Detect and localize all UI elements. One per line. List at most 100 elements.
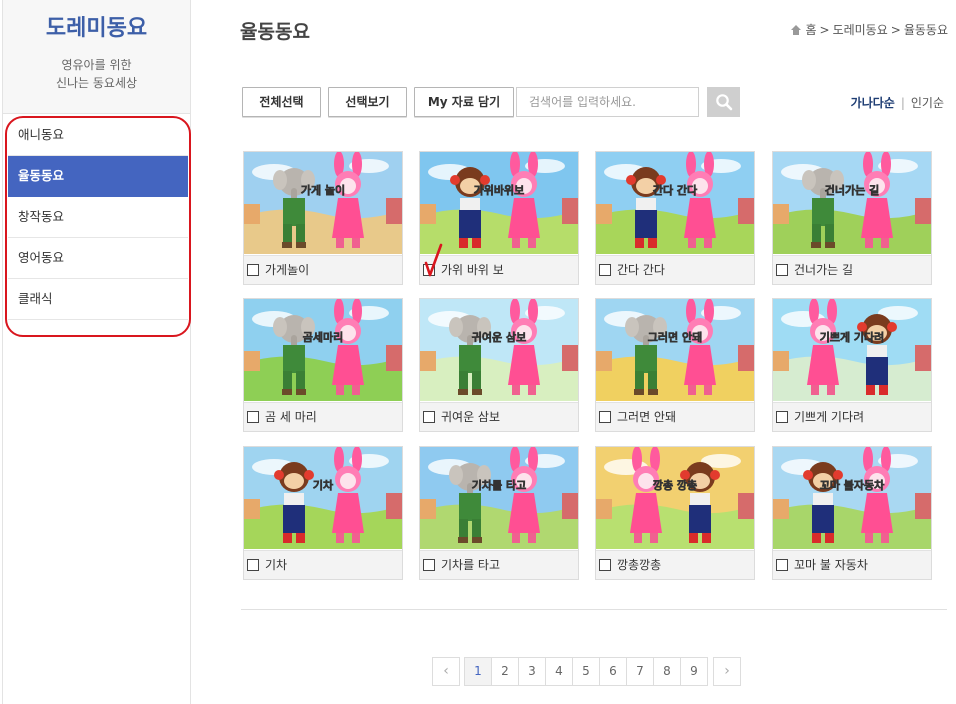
- video-card[interactable]: 간다 간다 간다 간다: [595, 151, 755, 285]
- sidebar-subtitle-line2: 신나는 동요세상: [55, 76, 138, 90]
- search-input[interactable]: [516, 87, 699, 117]
- sidebar-item-ani[interactable]: 애니동요: [8, 115, 188, 156]
- sidebar-title[interactable]: 도레미동요: [3, 0, 190, 42]
- breadcrumb-level2[interactable]: 율동동요: [904, 21, 948, 38]
- thumbnail-title-text: 기차를 타고: [472, 478, 526, 492]
- video-title[interactable]: 기차를 타고: [441, 551, 500, 580]
- video-select-checkbox[interactable]: [423, 411, 435, 423]
- sidebar-item-english[interactable]: 영어동요: [8, 238, 188, 279]
- page-6-button[interactable]: 6: [599, 657, 627, 686]
- video-thumbnail[interactable]: 곰세마리: [244, 299, 402, 401]
- next-page-button[interactable]: ›: [713, 657, 741, 686]
- breadcrumb-home[interactable]: 홈: [805, 21, 816, 38]
- video-select-checkbox[interactable]: [247, 559, 259, 571]
- video-card[interactable]: 가게 놀이가게놀이: [243, 151, 403, 285]
- page-2-button[interactable]: 2: [491, 657, 519, 686]
- sidebar-item-classic[interactable]: 클래식: [8, 279, 188, 320]
- video-select-checkbox[interactable]: [423, 264, 435, 276]
- video-title[interactable]: 건너가는 길: [794, 256, 853, 285]
- video-select-checkbox[interactable]: [247, 411, 259, 423]
- video-title[interactable]: 가위 바위 보: [441, 256, 504, 285]
- content-divider: [241, 609, 947, 610]
- video-title[interactable]: 간다 간다: [617, 256, 665, 285]
- sidebar-item-yuldong[interactable]: 율동동요: [8, 156, 188, 197]
- page-1-button[interactable]: 1: [464, 657, 492, 686]
- video-title[interactable]: 기차: [265, 551, 287, 580]
- video-caption: 건너가는 길: [773, 255, 931, 284]
- video-thumbnail[interactable]: 기쁘게 기다려: [773, 299, 931, 401]
- video-select-checkbox[interactable]: [599, 411, 611, 423]
- video-thumbnail[interactable]: 그러면 안돼: [596, 299, 754, 401]
- page-3-button[interactable]: 3: [518, 657, 546, 686]
- video-select-checkbox[interactable]: [423, 559, 435, 571]
- video-select-checkbox[interactable]: [776, 559, 788, 571]
- video-select-checkbox[interactable]: [599, 264, 611, 276]
- sidebar-subtitle: 영유아를 위한 신나는 동요세상: [3, 56, 190, 92]
- view-selected-button[interactable]: 선택보기: [328, 87, 407, 117]
- video-select-checkbox[interactable]: [776, 411, 788, 423]
- video-card[interactable]: 귀여운 삼보 귀여운 삼보: [419, 298, 579, 432]
- page: 도레미동요 영유아를 위한 신나는 동요세상 애니동요 율동동요 창작동요 영어…: [0, 0, 956, 704]
- video-title[interactable]: 귀여운 삼보: [441, 403, 500, 432]
- video-card[interactable]: 가위바위보 가위 바위 보: [419, 151, 579, 285]
- thumbnail-illustration: 곰세마리: [244, 299, 402, 401]
- video-thumbnail[interactable]: 깡총 깡총: [596, 447, 754, 549]
- video-caption: 가위 바위 보: [420, 255, 578, 284]
- sort-popular-link[interactable]: 인기순: [911, 96, 944, 110]
- video-caption: 귀여운 삼보: [420, 402, 578, 431]
- breadcrumb: 홈 > 도레미동요 > 율동동요: [791, 21, 948, 38]
- thumbnail-illustration: 기쁘게 기다려: [773, 299, 931, 401]
- search-button[interactable]: [707, 87, 740, 117]
- sidebar-subtitle-line1: 영유아를 위한: [61, 58, 132, 72]
- video-card[interactable]: 건너가는 길 건너가는 길: [772, 151, 932, 285]
- thumbnail-title-text: 가게 놀이: [301, 183, 345, 197]
- video-thumbnail[interactable]: 가게 놀이: [244, 152, 402, 254]
- video-thumbnail[interactable]: 기차: [244, 447, 402, 549]
- sort-alpha-link[interactable]: 가나다순: [851, 96, 895, 110]
- video-thumbnail[interactable]: 건너가는 길: [773, 152, 931, 254]
- video-thumbnail[interactable]: 기차를 타고: [420, 447, 578, 549]
- video-caption: 곰 세 마리: [244, 402, 402, 431]
- video-card[interactable]: 기차를 타고 기차를 타고: [419, 446, 579, 580]
- thumbnail-title-text: 곰세마리: [303, 330, 343, 344]
- sort-separator: |: [900, 96, 905, 110]
- video-card[interactable]: 곰세마리곰 세 마리: [243, 298, 403, 432]
- page-8-button[interactable]: 8: [653, 657, 681, 686]
- breadcrumb-sep: >: [819, 22, 830, 37]
- thumbnail-illustration: 기차를 타고: [420, 447, 578, 549]
- thumbnail-illustration: 깡총 깡총: [596, 447, 754, 549]
- page-9-button[interactable]: 9: [680, 657, 708, 686]
- sidebar-item-changjak[interactable]: 창작동요: [8, 197, 188, 238]
- toolbar: 전체선택 선택보기 My 자료 담기: [242, 87, 740, 117]
- thumbnail-title-text: 귀여운 삼보: [472, 330, 526, 344]
- select-all-button[interactable]: 전체선택: [242, 87, 321, 117]
- video-card[interactable]: 기차 기차: [243, 446, 403, 580]
- video-title[interactable]: 기쁘게 기다려: [794, 403, 864, 432]
- video-card[interactable]: 기쁘게 기다려 기쁘게 기다려: [772, 298, 932, 432]
- page-4-button[interactable]: 4: [545, 657, 573, 686]
- video-title[interactable]: 그러면 안돼: [617, 403, 676, 432]
- video-select-checkbox[interactable]: [247, 264, 259, 276]
- video-caption: 그러면 안돼: [596, 402, 754, 431]
- page-7-button[interactable]: 7: [626, 657, 654, 686]
- my-data-button[interactable]: My 자료 담기: [414, 87, 514, 117]
- video-title[interactable]: 꼬마 불 자동차: [794, 551, 868, 580]
- thumbnail-title-text: 건너가는 길: [825, 183, 879, 197]
- video-thumbnail[interactable]: 가위바위보: [420, 152, 578, 254]
- video-title[interactable]: 가게놀이: [265, 256, 309, 285]
- prev-page-button[interactable]: ‹: [432, 657, 460, 686]
- breadcrumb-level1[interactable]: 도레미동요: [833, 21, 888, 38]
- page-5-button[interactable]: 5: [572, 657, 600, 686]
- video-thumbnail[interactable]: 귀여운 삼보: [420, 299, 578, 401]
- video-title[interactable]: 곰 세 마리: [265, 403, 317, 432]
- video-card[interactable]: 꼬마 불자동차 꼬마 불 자동차: [772, 446, 932, 580]
- video-thumbnail[interactable]: 꼬마 불자동차: [773, 447, 931, 549]
- video-card[interactable]: 깡총 깡총 깡총깡총: [595, 446, 755, 580]
- video-select-checkbox[interactable]: [776, 264, 788, 276]
- video-caption: 기차를 타고: [420, 550, 578, 579]
- video-select-checkbox[interactable]: [599, 559, 611, 571]
- video-card[interactable]: 그러면 안돼 그러면 안돼: [595, 298, 755, 432]
- video-thumbnail[interactable]: 간다 간다: [596, 152, 754, 254]
- sidebar-header: 도레미동요 영유아를 위한 신나는 동요세상: [3, 0, 190, 114]
- video-title[interactable]: 깡총깡총: [617, 551, 661, 580]
